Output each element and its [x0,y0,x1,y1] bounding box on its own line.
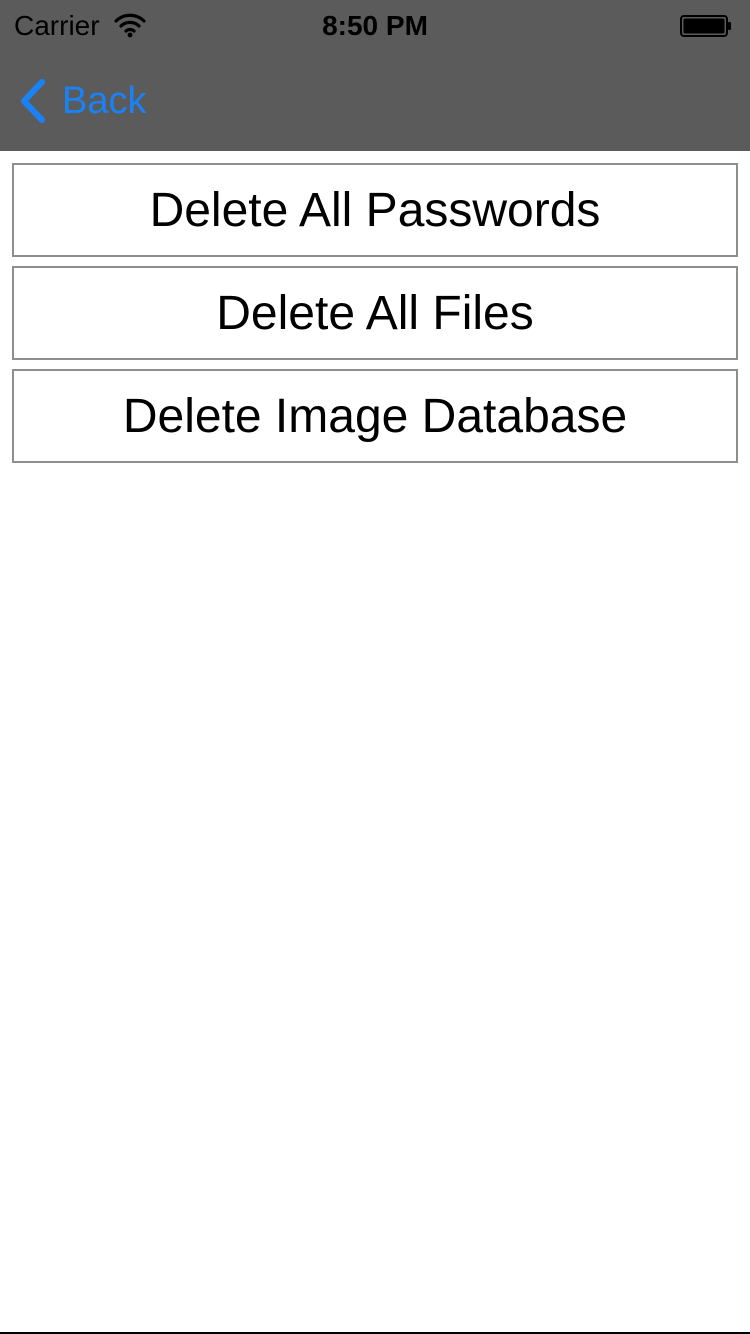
settings-screen: Carrier 8:50 PM Back Delete All Password… [0,0,750,1334]
back-button[interactable]: Back [16,74,146,128]
top-chrome: Carrier 8:50 PM Back [0,0,750,151]
delete-image-database-button[interactable]: Delete Image Database [12,369,738,463]
battery-icon [680,15,731,37]
navigation-bar: Back [0,52,750,151]
action-list: Delete All Passwords Delete All Files De… [12,163,738,472]
status-time: 8:50 PM [322,10,428,41]
delete-all-passwords-button[interactable]: Delete All Passwords [12,163,738,257]
delete-all-files-button[interactable]: Delete All Files [12,266,738,360]
back-button-label: Back [62,80,147,122]
status-bar: Carrier 8:50 PM [0,0,750,52]
chevron-left-icon [21,79,45,123]
